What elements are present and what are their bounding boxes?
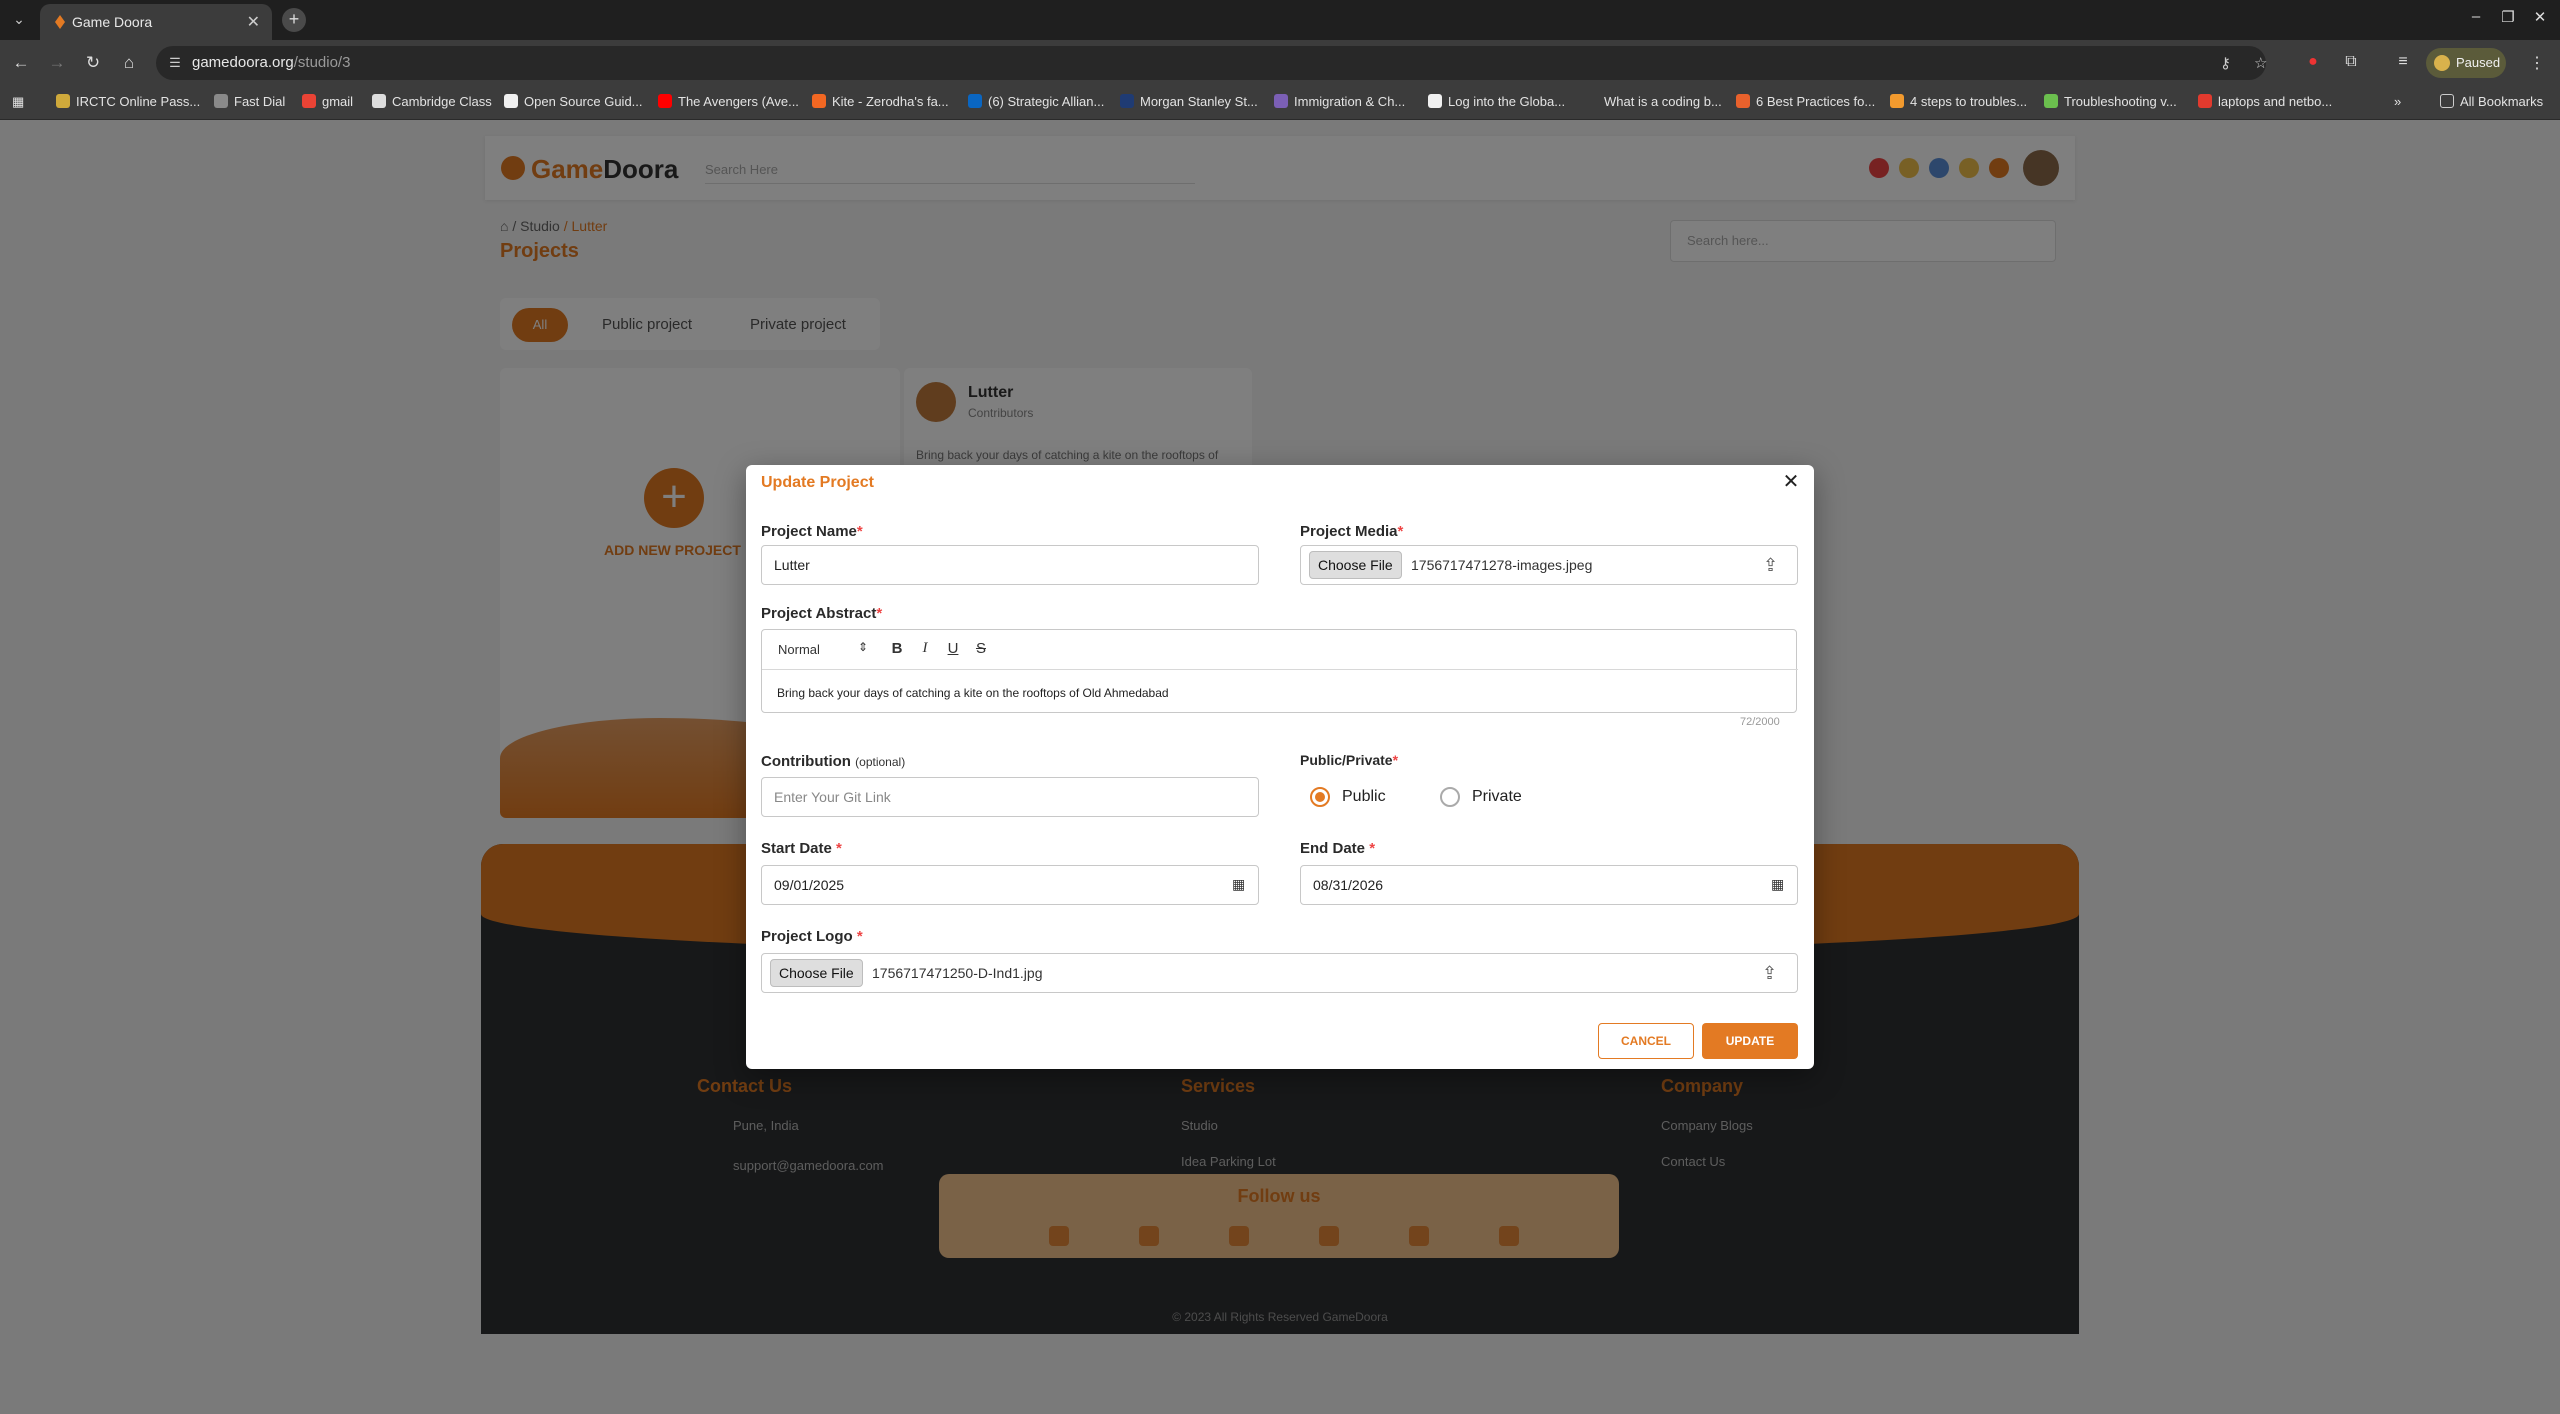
back-icon[interactable]: ← — [10, 52, 32, 74]
git-link-input[interactable]: Enter Your Git Link — [761, 777, 1259, 817]
bookmark-item[interactable]: Cambridge Class — [372, 94, 492, 109]
site-info-icon[interactable]: ☰ — [166, 54, 184, 72]
calendar-icon[interactable]: ▦ — [1771, 876, 1784, 893]
project-logo-file-input[interactable]: Choose File 1756717471250-D-Ind1.jpg ⇪ — [761, 953, 1798, 993]
profile-avatar-icon — [2434, 55, 2450, 71]
bookmark-item[interactable]: laptops and netbo... — [2198, 94, 2332, 109]
contribution-label: Contribution (optional) — [761, 753, 906, 770]
bookmark-item[interactable]: What is a coding b... — [1584, 94, 1722, 109]
project-name-input[interactable]: Lutter — [761, 545, 1259, 585]
close-icon[interactable]: ✕ — [1780, 471, 1802, 493]
password-key-icon[interactable]: ⚷ — [2220, 54, 2231, 72]
upload-icon[interactable]: ⇪ — [1762, 963, 1777, 984]
logo-file-name: 1756717471250-D-Ind1.jpg — [872, 965, 1043, 981]
update-button[interactable]: UPDATE — [1702, 1023, 1798, 1059]
new-tab-button[interactable]: + — [282, 8, 306, 32]
start-date-input[interactable]: 09/01/2025 ▦ — [761, 865, 1259, 905]
restore-icon[interactable]: ❐ — [2496, 8, 2520, 26]
minimize-icon[interactable]: – — [2464, 8, 2488, 25]
more-bookmarks-icon[interactable]: » — [2394, 94, 2401, 109]
browser-tab[interactable]: Game Doora ✕ — [40, 4, 272, 40]
select-arrows-icon: ⇕ — [857, 640, 868, 654]
private-radio[interactable] — [1440, 787, 1460, 807]
abstract-rich-text-editor[interactable]: Normal ⇕ B I U S Bring back your days of … — [761, 629, 1798, 713]
project-abstract-label: Project Abstract* — [761, 605, 883, 622]
upload-icon[interactable]: ⇪ — [1763, 555, 1778, 576]
tab-title: Game Doora — [72, 14, 153, 30]
bookmark-item[interactable]: IRCTC Online Pass... — [56, 94, 200, 109]
all-bookmarks-folder[interactable]: All Bookmarks — [2440, 94, 2543, 109]
reload-icon[interactable]: ↻ — [82, 52, 104, 74]
apps-grid-icon[interactable]: ▦ — [12, 94, 24, 110]
browser-toolbar: ← → ↻ ⌂ ☰ gamedoora.org/studio/3 ⚷ ☆ ● ⧉… — [0, 40, 2560, 86]
end-date-label: End Date * — [1300, 840, 1376, 857]
url-text[interactable]: gamedoora.org/studio/3 — [192, 54, 350, 71]
tab-search-icon[interactable]: ⌄ — [8, 8, 30, 30]
browser-menu-icon[interactable]: ⋮ — [2526, 53, 2548, 73]
bookmark-item[interactable]: gmail — [302, 94, 353, 109]
calendar-icon[interactable]: ▦ — [1232, 876, 1245, 893]
home-icon[interactable]: ⌂ — [118, 52, 140, 74]
gamedoora-favicon-icon — [55, 15, 65, 29]
bookmark-folder[interactable]: Fast Dial — [214, 94, 285, 109]
editor-toolbar: Normal ⇕ B I U S — [762, 630, 1798, 670]
cancel-button[interactable]: CANCEL — [1598, 1023, 1694, 1059]
start-date-label: Start Date * — [761, 840, 842, 857]
bookmark-item[interactable]: Troubleshooting v... — [2044, 94, 2177, 109]
visibility-label: Public/Private* — [1300, 752, 1399, 768]
strikethrough-icon[interactable]: S — [972, 640, 990, 660]
bookmark-item[interactable]: (6) Strategic Allian... — [968, 94, 1104, 109]
public-radio[interactable] — [1310, 787, 1330, 807]
public-radio-label[interactable]: Public — [1342, 788, 1386, 806]
address-bar[interactable]: ☰ gamedoora.org/studio/3 ⚷ ☆ — [156, 46, 2267, 80]
bookmark-item[interactable]: The Avengers (Ave... — [658, 94, 799, 109]
bookmark-item[interactable]: 4 steps to troubles... — [1890, 94, 2027, 109]
tab-close-icon[interactable]: ✕ — [247, 12, 260, 32]
bookmark-star-icon[interactable]: ☆ — [2254, 54, 2267, 72]
bookmark-item[interactable]: Log into the Globa... — [1428, 94, 1565, 109]
bookmark-item[interactable]: Immigration & Ch... — [1274, 94, 1405, 109]
choose-file-button[interactable]: Choose File — [1309, 551, 1402, 579]
underline-icon[interactable]: U — [944, 640, 962, 660]
abstract-text[interactable]: Bring back your days of catching a kite … — [777, 686, 1169, 700]
bold-icon[interactable]: B — [888, 640, 906, 660]
bookmark-item[interactable]: 6 Best Practices fo... — [1736, 94, 1875, 109]
char-counter: 72/2000 — [1740, 716, 1780, 728]
end-date-input[interactable]: 08/31/2026 ▦ — [1300, 865, 1798, 905]
media-file-name: 1756717471278-images.jpeg — [1411, 557, 1593, 573]
forward-icon[interactable]: → — [46, 52, 68, 74]
media-controls-icon[interactable]: ≡ — [2392, 53, 2414, 71]
private-radio-label[interactable]: Private — [1472, 788, 1522, 806]
extensions-puzzle-icon[interactable]: ⧉ — [2340, 53, 2362, 71]
italic-icon[interactable]: I — [916, 640, 934, 660]
choose-file-button[interactable]: Choose File — [770, 959, 863, 987]
project-name-label: Project Name* — [761, 523, 863, 540]
bookmark-item[interactable]: Morgan Stanley St... — [1120, 94, 1258, 109]
profile-paused-button[interactable]: Paused — [2426, 48, 2506, 78]
bookmark-item[interactable]: Kite - Zerodha's fa... — [812, 94, 949, 109]
update-project-modal: Update Project ✕ Project Name* Lutter Pr… — [746, 465, 1814, 1069]
window-close-icon[interactable]: ✕ — [2528, 8, 2552, 26]
project-media-file-input[interactable]: Choose File 1756717471278-images.jpeg ⇪ — [1300, 545, 1798, 585]
browser-tab-bar: ⌄ Game Doora ✕ + – ❐ ✕ — [0, 0, 2560, 40]
format-select[interactable]: Normal ⇕ — [778, 640, 868, 657]
bookmarks-bar: ▦ IRCTC Online Pass... Fast Dial gmail C… — [0, 86, 2560, 120]
modal-title: Update Project — [761, 474, 874, 491]
bookmark-item[interactable]: Open Source Guid... — [504, 94, 643, 109]
project-media-label: Project Media* — [1300, 523, 1404, 540]
extension-icon[interactable]: ● — [2302, 53, 2324, 71]
project-logo-label: Project Logo * — [761, 928, 863, 945]
